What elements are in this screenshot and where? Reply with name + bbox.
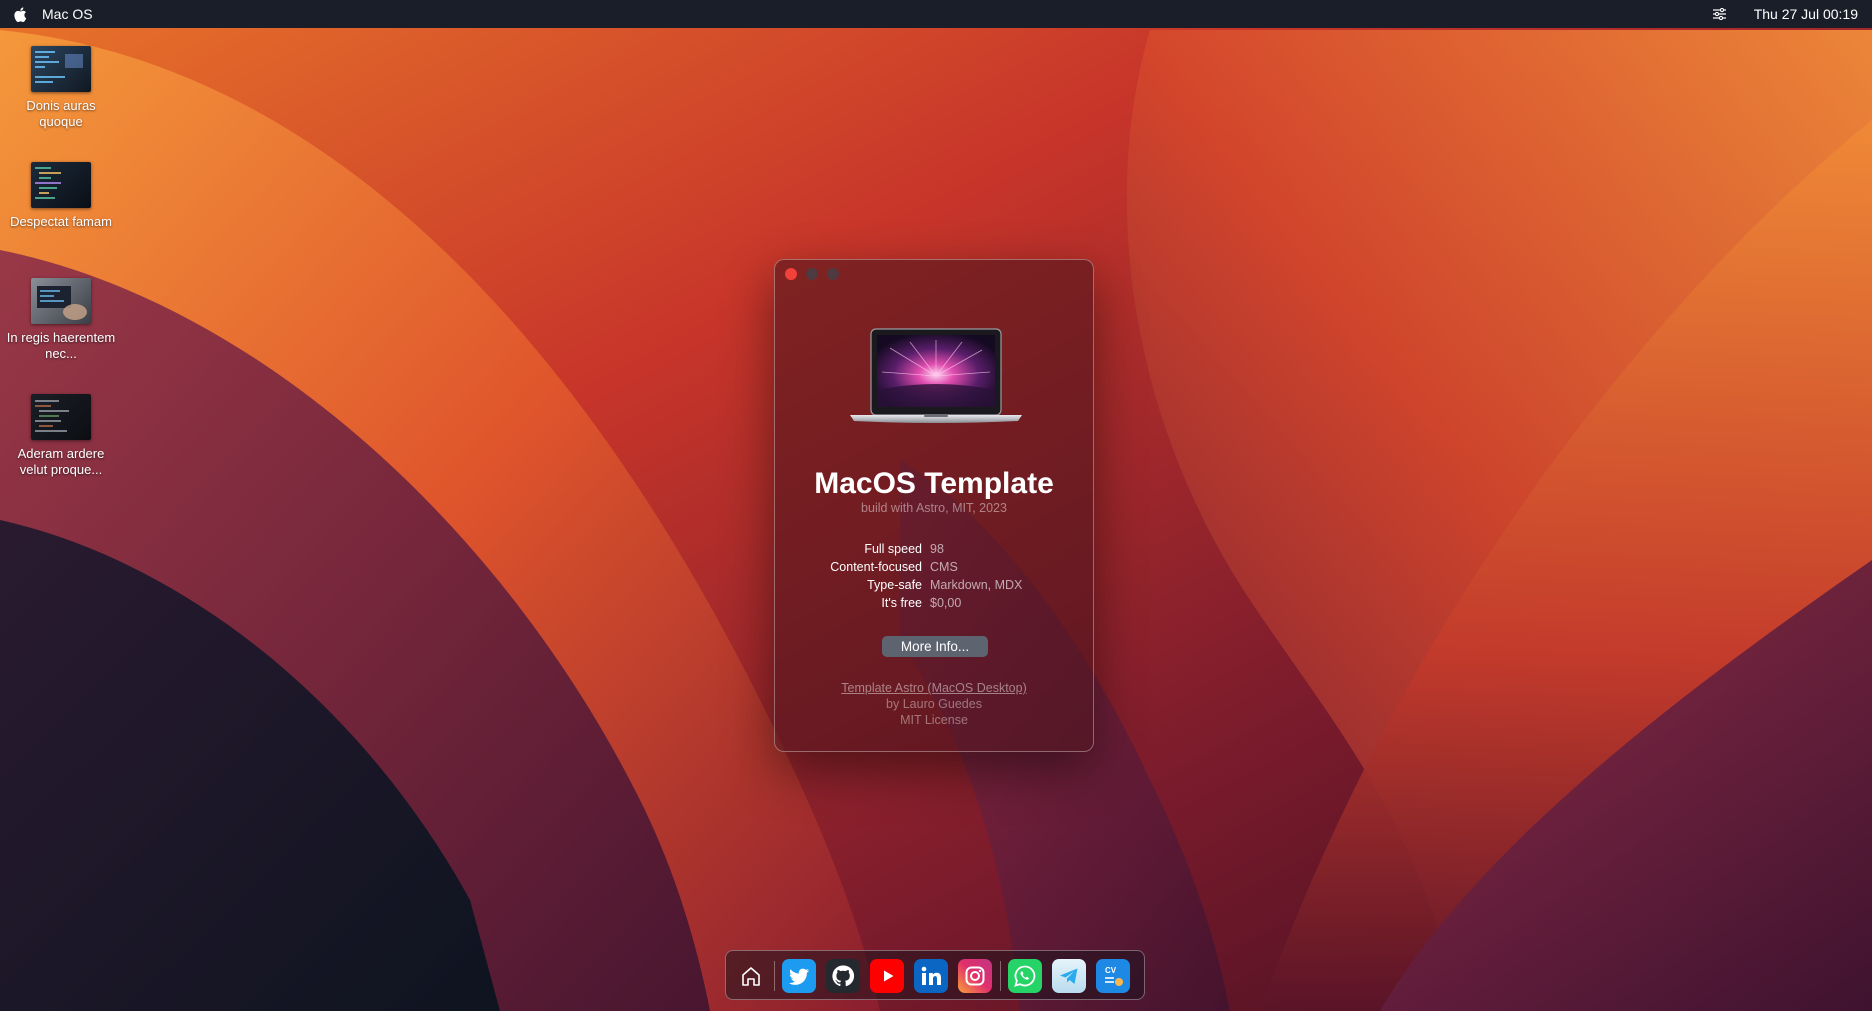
github-icon[interactable] — [826, 959, 860, 993]
dock-separator — [1000, 961, 1001, 991]
spec-value: $0,00 — [930, 596, 962, 610]
spec-row: Content-focused CMS — [775, 558, 1093, 576]
spec-key: Full speed — [864, 542, 922, 556]
macbook-image — [850, 328, 1022, 423]
maximize-button[interactable] — [827, 268, 839, 280]
desktop-file-item[interactable]: Donis auras quoque — [6, 46, 116, 130]
spec-value: CMS — [930, 560, 958, 574]
whatsapp-icon[interactable] — [1008, 959, 1042, 993]
author-text: by Lauro Guedes — [886, 697, 982, 711]
spec-value: Markdown, MDX — [930, 578, 1023, 592]
file-label: Despectat famam — [10, 214, 112, 229]
file-thumbnail — [31, 394, 91, 440]
window-subtitle: build with Astro, MIT, 2023 — [861, 501, 1007, 515]
control-center-icon[interactable] — [1712, 6, 1728, 22]
spec-key: It's free — [881, 596, 922, 610]
file-label: In regis haerentem nec... — [6, 330, 116, 361]
desktop-file-item[interactable]: In regis haerentem nec... — [6, 278, 116, 362]
instagram-icon[interactable] — [958, 959, 992, 993]
license-text: MIT License — [900, 713, 968, 727]
desktop-file-item[interactable]: Despectat famam — [6, 162, 116, 230]
spec-value: 98 — [930, 542, 944, 556]
specs-list: Full speed 98 Content-focused CMS Type-s… — [775, 540, 1093, 612]
app-name[interactable]: Mac OS — [42, 6, 93, 22]
window-footer: Template Astro (MacOS Desktop) by Lauro … — [775, 680, 1093, 728]
youtube-icon[interactable] — [870, 959, 904, 993]
linkedin-icon[interactable] — [914, 959, 948, 993]
file-thumbnail — [31, 162, 91, 208]
spec-row: It's free $0,00 — [775, 594, 1093, 612]
dock: CV — [725, 950, 1145, 1000]
home-icon[interactable] — [734, 959, 768, 993]
about-window: MacOS Template build with Astro, MIT, 20… — [774, 259, 1094, 752]
svg-text:CV: CV — [1105, 966, 1117, 975]
window-controls — [785, 268, 839, 280]
close-button[interactable] — [785, 268, 797, 280]
file-label: Donis auras quoque — [26, 98, 96, 129]
menubar-clock[interactable]: Thu 27 Jul 00:19 — [1754, 6, 1858, 22]
spec-row: Type-safe Markdown, MDX — [775, 576, 1093, 594]
menu-bar: Mac OS Thu 27 Jul 00:19 — [0, 0, 1872, 28]
spec-key: Content-focused — [830, 560, 922, 574]
minimize-button[interactable] — [806, 268, 818, 280]
file-label: Aderam ardere velut proque... — [17, 446, 105, 477]
more-info-button[interactable]: More Info... — [882, 636, 988, 657]
telegram-icon[interactable] — [1052, 959, 1086, 993]
file-thumbnail — [31, 46, 91, 92]
apple-logo-icon[interactable] — [14, 6, 28, 22]
desktop-file-item[interactable]: Aderam ardere velut proque... — [6, 394, 116, 478]
file-thumbnail — [31, 278, 91, 324]
template-link[interactable]: Template Astro (MacOS Desktop) — [841, 681, 1026, 695]
cv-icon[interactable]: CV — [1096, 959, 1130, 993]
dock-separator — [774, 961, 775, 991]
twitter-icon[interactable] — [782, 959, 816, 993]
spec-key: Type-safe — [867, 578, 922, 592]
spec-row: Full speed 98 — [775, 540, 1093, 558]
window-title: MacOS Template — [814, 467, 1054, 500]
